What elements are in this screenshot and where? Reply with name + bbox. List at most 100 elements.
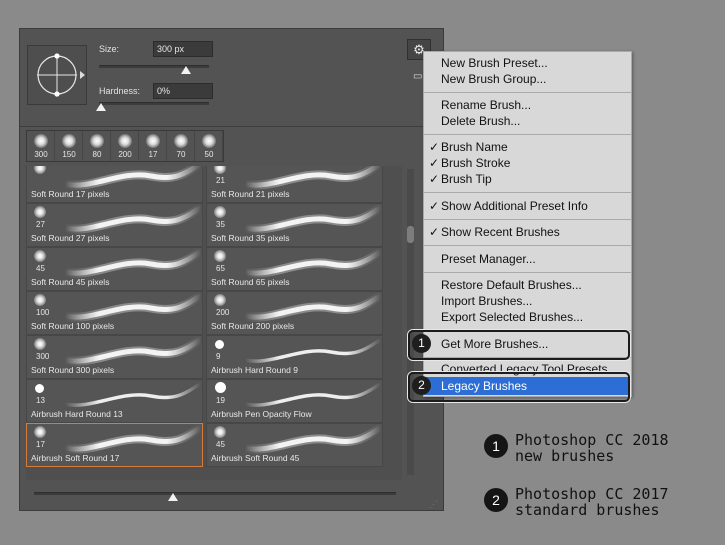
legend-badge-2: 2 [484, 488, 508, 512]
recent-brush[interactable]: 17 [139, 131, 167, 161]
size-label: Size: [99, 44, 120, 54]
hardness-slider-track[interactable] [99, 102, 209, 105]
menu-show-additional-preset-info[interactable]: ✓ Show Additional Preset Info [424, 198, 631, 214]
brush-tip-angle-preview[interactable] [27, 45, 87, 105]
brush-preset-item[interactable]: 17 Airbrush Soft Round 17 [26, 423, 203, 467]
menu-new-brush-preset[interactable]: New Brush Preset... [424, 55, 631, 71]
brush-name-label: Airbrush Soft Round 17 [31, 453, 120, 463]
brush-name-label: Soft Round 45 pixels [31, 277, 110, 287]
checkmark-icon: ✓ [429, 225, 440, 239]
menu-delete-brush[interactable]: Delete Brush... [424, 113, 631, 129]
brush-preset-item[interactable]: 21 Soft Round 21 pixels [206, 166, 383, 203]
brush-stroke-preview [241, 424, 382, 454]
brush-preset-item[interactable]: 45 Soft Round 45 pixels [26, 247, 203, 291]
menu-new-brush-group[interactable]: New Brush Group... [424, 71, 631, 87]
menu-separator [424, 192, 631, 193]
brush-name-label: Airbrush Hard Round 13 [31, 409, 123, 419]
menu-label: Show Additional Preset Info [441, 199, 588, 213]
brush-preset-item[interactable]: 9 Airbrush Hard Round 9 [206, 335, 383, 379]
callout-outline-get-more [408, 330, 630, 360]
brush-preset-item[interactable]: 300 Soft Round 300 pixels [26, 335, 203, 379]
brush-stroke-preview [61, 292, 202, 322]
brush-size-label: 70 [176, 150, 186, 159]
menu-restore-default-brushes[interactable]: Restore Default Brushes... [424, 277, 631, 293]
checkmark-icon: ✓ [429, 172, 440, 186]
recent-brush[interactable]: 80 [83, 131, 111, 161]
callout-badge-1: 1 [412, 334, 431, 353]
brush-name-label: Soft Round 17 pixels [31, 189, 110, 199]
brush-tip-icon [214, 426, 226, 438]
menu-label: Brush Stroke [441, 156, 511, 170]
brush-stroke-preview [61, 204, 202, 234]
preview-size-slider-track[interactable] [34, 492, 396, 495]
size-slider-track[interactable] [99, 65, 209, 68]
brush-list-viewport: Soft Round 17 pixels 21 Soft Round 21 pixe… [26, 166, 402, 480]
recent-brush[interactable]: 50 [195, 131, 223, 161]
menu-label: Show Recent Brushes [441, 225, 560, 239]
brush-tip-icon [215, 340, 224, 349]
brush-tip-icon [202, 134, 216, 148]
brush-stroke-preview [61, 248, 202, 278]
legend-item1-line2: new brushes [515, 447, 615, 465]
recent-brush[interactable]: 200 [111, 131, 139, 161]
menu-brush-stroke[interactable]: ✓ Brush Stroke [424, 155, 631, 171]
brush-tip-icon [62, 134, 76, 148]
size-field[interactable]: 300 px [153, 41, 213, 57]
menu-brush-tip[interactable]: ✓ Brush Tip [424, 171, 631, 187]
brush-preset-item[interactable]: Soft Round 17 pixels [26, 166, 203, 203]
new-preset-icon[interactable]: ▭ [413, 71, 422, 82]
brush-preset-item[interactable]: 200 Soft Round 200 pixels [206, 291, 383, 335]
brush-name-label: Soft Round 35 pixels [211, 233, 290, 243]
brush-size-label: 45 [216, 440, 225, 449]
menu-label: Brush Tip [441, 172, 492, 186]
menu-import-brushes[interactable]: Import Brushes... [424, 293, 631, 309]
divider [20, 126, 443, 127]
menu-separator [424, 134, 631, 135]
brush-preset-item[interactable]: 35 Soft Round 35 pixels [206, 203, 383, 247]
recent-brush[interactable]: 150 [55, 131, 83, 161]
brush-stroke-preview [241, 166, 382, 190]
brush-preset-item[interactable]: 100 Soft Round 100 pixels [26, 291, 203, 335]
brush-tip-icon [34, 206, 46, 218]
menu-export-selected-brushes[interactable]: Export Selected Brushes... [424, 309, 631, 325]
brush-size-label: 50 [204, 150, 214, 159]
brush-preset-item[interactable]: 45 Airbrush Soft Round 45 [206, 423, 383, 467]
brush-tip-icon [34, 426, 46, 438]
brush-name-label: Soft Round 300 pixels [31, 365, 115, 375]
recent-brush[interactable]: 70 [167, 131, 195, 161]
brush-size-label: 35 [216, 220, 225, 229]
brush-preset-item[interactable]: 19 Airbrush Pen Opacity Flow [206, 379, 383, 423]
brush-preset-item[interactable]: 65 Soft Round 65 pixels [206, 247, 383, 291]
brush-stroke-preview [243, 338, 382, 363]
brush-stroke-preview [241, 292, 382, 322]
brush-size-label: 13 [36, 396, 45, 405]
brush-name-label: Airbrush Pen Opacity Flow [211, 409, 312, 419]
brush-size-label: 100 [36, 308, 50, 317]
brush-preset-item[interactable]: 27 Soft Round 27 pixels [26, 203, 203, 247]
hardness-slider-knob[interactable] [96, 103, 106, 111]
size-slider-knob[interactable] [181, 66, 191, 74]
brush-list: Soft Round 17 pixels 21 Soft Round 21 pixe… [26, 166, 402, 467]
brush-tip-icon [118, 134, 132, 148]
brush-preset-item[interactable]: 13 Airbrush Hard Round 13 [26, 379, 203, 423]
preview-size-slider-knob[interactable] [168, 493, 178, 501]
resize-grip-icon[interactable]: ⋰ [429, 499, 438, 510]
menu-rename-brush[interactable]: Rename Brush... [424, 97, 631, 113]
brush-size-label: 21 [216, 176, 225, 185]
brush-stroke-preview [61, 166, 202, 190]
brush-tip-icon [214, 166, 226, 174]
brush-name-label: Soft Round 200 pixels [211, 321, 295, 331]
brush-list-scrollbar[interactable] [407, 169, 414, 475]
brush-name-label: Airbrush Soft Round 45 [211, 453, 300, 463]
brush-stroke-preview [243, 382, 382, 407]
recent-brush[interactable]: 300 [27, 131, 55, 161]
checkmark-icon: ✓ [429, 199, 440, 213]
scrollbar-thumb[interactable] [407, 226, 414, 243]
hardness-field[interactable]: 0% [153, 83, 213, 99]
menu-brush-name[interactable]: ✓ Brush Name [424, 139, 631, 155]
hardness-label: Hardness: [99, 86, 141, 96]
menu-show-recent-brushes[interactable]: ✓ Show Recent Brushes [424, 224, 631, 240]
menu-preset-manager[interactable]: Preset Manager... [424, 251, 631, 267]
callout-badge-2: 2 [412, 376, 431, 395]
brush-stroke-preview [241, 204, 382, 234]
